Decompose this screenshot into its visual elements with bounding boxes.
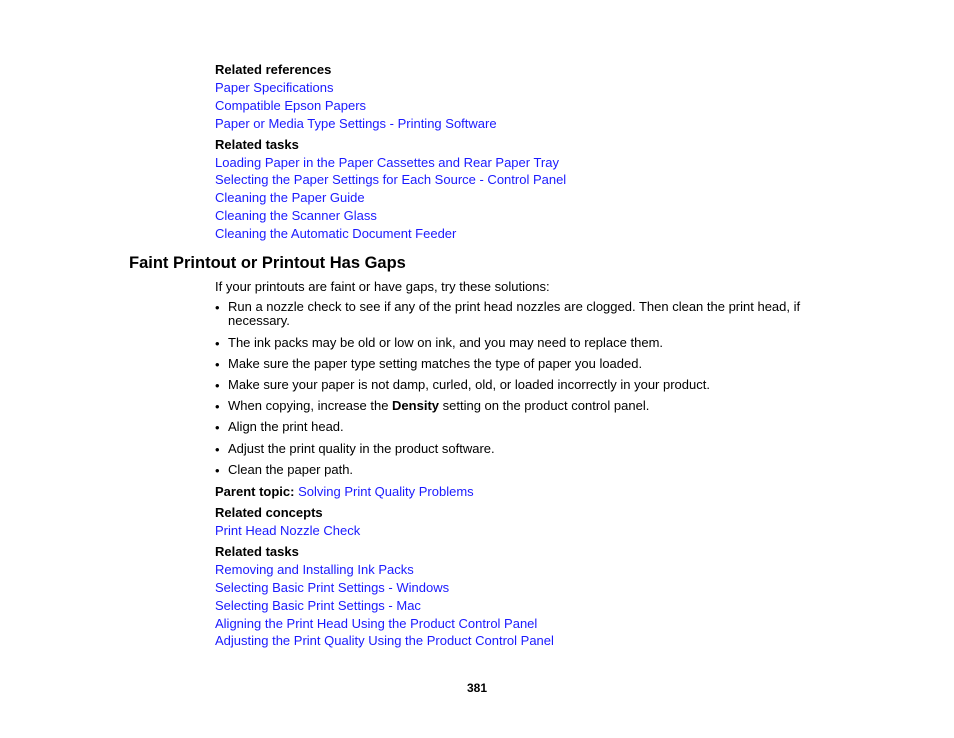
- link-print-head-nozzle-check[interactable]: Print Head Nozzle Check: [215, 523, 360, 538]
- link-cleaning-paper-guide[interactable]: Cleaning the Paper Guide: [215, 190, 365, 205]
- link-removing-installing-ink-packs[interactable]: Removing and Installing Ink Packs: [215, 562, 414, 577]
- link-paper-specifications[interactable]: Paper Specifications: [215, 80, 334, 95]
- bullet-text: Run a nozzle check to see if any of the …: [228, 299, 801, 328]
- bullet-text: The ink packs may be old or low on ink, …: [228, 335, 664, 350]
- parent-topic-label: Parent topic:: [215, 484, 295, 499]
- bullet-glyph: •: [215, 463, 220, 478]
- link-adjusting-print-quality[interactable]: Adjusting the Print Quality Using the Pr…: [215, 633, 554, 648]
- link-compatible-epson-papers[interactable]: Compatible Epson Papers: [215, 98, 366, 113]
- bullet-glyph: •: [215, 378, 220, 393]
- related-tasks-label: Related tasks: [215, 137, 299, 152]
- link-paper-media-type-settings[interactable]: Paper or Media Type Settings - Printing …: [215, 116, 497, 131]
- link-selecting-paper-settings[interactable]: Selecting the Paper Settings for Each So…: [215, 172, 566, 187]
- bullet-glyph: •: [215, 336, 220, 351]
- bullet-glyph: •: [215, 420, 220, 435]
- link-basic-print-settings-mac[interactable]: Selecting Basic Print Settings - Mac: [215, 598, 421, 613]
- bullet-text: Clean the paper path.: [228, 462, 354, 477]
- bullet-text: Make sure the paper type setting matches…: [228, 356, 643, 371]
- link-cleaning-adf[interactable]: Cleaning the Automatic Document Feeder: [215, 226, 456, 241]
- bullet-text: Make sure your paper is not damp, curled…: [228, 377, 710, 392]
- related-tasks-label: Related tasks: [215, 544, 299, 559]
- link-aligning-print-head[interactable]: Aligning the Print Head Using the Produc…: [215, 616, 537, 631]
- bullet-text: Align the print head.: [228, 419, 344, 434]
- parent-topic: Parent topic: Solving Print Quality Prob…: [215, 484, 474, 499]
- link-loading-paper[interactable]: Loading Paper in the Paper Cassettes and…: [215, 155, 559, 170]
- related-references-label: Related references: [215, 62, 332, 77]
- bullet-text: When copying, increase the Density setti…: [228, 398, 650, 413]
- bullet-glyph: •: [215, 442, 220, 457]
- related-concepts-label: Related concepts: [215, 505, 323, 520]
- link-basic-print-settings-windows[interactable]: Selecting Basic Print Settings - Windows: [215, 580, 449, 595]
- bullet-text: Adjust the print quality in the product …: [228, 441, 495, 456]
- link-solving-print-quality-problems[interactable]: Solving Print Quality Problems: [298, 484, 474, 499]
- page-number: 381: [466, 681, 488, 695]
- bullet-glyph: •: [215, 399, 220, 414]
- bullet-glyph: •: [215, 357, 220, 372]
- density-setting-name: Density: [392, 398, 440, 413]
- section-title: Faint Printout or Printout Has Gaps: [129, 254, 406, 272]
- section-intro: If your printouts are faint or have gaps…: [215, 279, 550, 294]
- bullet-glyph: •: [215, 300, 220, 315]
- link-cleaning-scanner-glass[interactable]: Cleaning the Scanner Glass: [215, 208, 377, 223]
